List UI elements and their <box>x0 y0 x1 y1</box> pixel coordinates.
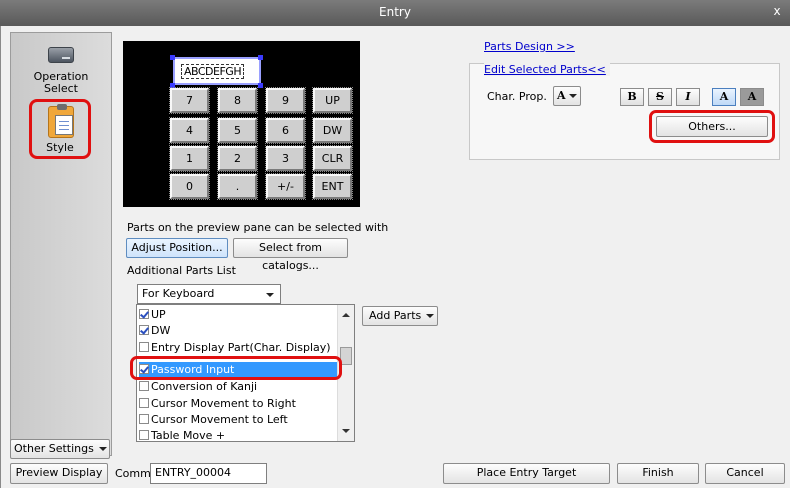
keypad-key[interactable]: DW <box>312 117 353 144</box>
checkbox[interactable] <box>139 430 149 440</box>
close-icon[interactable]: x <box>770 4 784 20</box>
dropdown-value: For Keyboard <box>142 287 215 300</box>
add-parts-label: Add Parts <box>369 309 422 322</box>
font-picker-icon: A <box>557 89 566 102</box>
nav-item-label: Style <box>46 141 74 154</box>
char-prop-picker[interactable]: A <box>553 86 581 106</box>
window-title: Entry <box>379 5 411 19</box>
bold-button[interactable]: B <box>620 88 644 106</box>
keypad-key[interactable]: ENT <box>312 173 353 200</box>
checkbox[interactable] <box>139 342 149 352</box>
text-color-button[interactable]: A <box>712 88 736 106</box>
preview-display-button[interactable]: Preview Display <box>10 463 108 484</box>
edit-selected-parts-link[interactable]: Edit Selected Parts<< <box>484 63 610 76</box>
keypad-key[interactable]: 0 <box>169 173 210 200</box>
other-settings-button[interactable]: Other Settings <box>10 439 110 459</box>
list-item[interactable]: UP <box>139 307 337 322</box>
comm-label: Comm <box>115 467 151 480</box>
others-button[interactable]: Others... <box>656 116 768 137</box>
nav-item-operation-select[interactable]: Operation Select <box>11 41 111 95</box>
checkbox[interactable] <box>139 414 149 424</box>
other-settings-label: Other Settings <box>14 442 94 455</box>
chevron-down-icon <box>426 314 435 318</box>
list-item-label: Cursor Movement to Right <box>151 397 296 410</box>
nav-item-style[interactable]: Style <box>29 99 91 159</box>
parts-category-dropdown[interactable]: For Keyboard <box>137 284 281 304</box>
list-item[interactable]: Table Move + <box>139 428 337 442</box>
drive-icon <box>46 41 76 67</box>
clipboard-icon <box>48 104 74 138</box>
list-item[interactable]: Entry Display Part(Char. Display) <box>139 340 337 355</box>
italic-button[interactable]: I <box>676 88 700 106</box>
place-entry-target-button[interactable]: Place Entry Target <box>443 463 610 484</box>
parts-design-link[interactable]: Parts Design >> <box>484 40 575 53</box>
list-item-label: Conversion of Kanji <box>151 380 258 393</box>
strikethrough-button[interactable]: S <box>648 88 672 106</box>
cancel-button[interactable]: Cancel <box>705 463 785 484</box>
keypad-key[interactable]: 9 <box>265 87 306 114</box>
scroll-down-icon[interactable] <box>342 429 350 433</box>
keypad-key[interactable]: 2 <box>217 145 258 172</box>
background-color-button[interactable]: A <box>740 88 764 106</box>
keypad-key[interactable]: +/- <box>265 173 306 200</box>
keypad-key[interactable]: . <box>217 173 258 200</box>
add-parts-button[interactable]: Add Parts <box>362 306 438 326</box>
entry-display-text: ABCDEFGH <box>181 64 245 79</box>
selection-handle[interactable] <box>258 55 263 60</box>
list-item-label: Table Move + <box>151 429 226 442</box>
chevron-down-icon <box>98 447 107 451</box>
keypad-key[interactable]: 1 <box>169 145 210 172</box>
scroll-up-icon[interactable] <box>342 313 350 317</box>
list-item-label: UP <box>151 308 166 321</box>
checkbox[interactable] <box>139 325 149 335</box>
char-prop-label: Char. Prop. <box>487 90 547 103</box>
list-item-label: Entry Display Part(Char. Display) <box>151 341 331 354</box>
list-item[interactable]: Cursor Movement to Left <box>139 412 337 427</box>
keypad-key[interactable]: CLR <box>312 145 353 172</box>
chevron-down-icon <box>568 94 577 98</box>
selection-handle[interactable] <box>258 83 263 88</box>
keypad-key[interactable]: UP <box>312 87 353 114</box>
list-item-label: Cursor Movement to Left <box>151 413 288 426</box>
keypad-key[interactable]: 5 <box>217 117 258 144</box>
title-bar: Entry x <box>0 0 790 26</box>
keypad-key[interactable]: 6 <box>265 117 306 144</box>
keypad-key[interactable]: 3 <box>265 145 306 172</box>
highlight-ring <box>130 356 342 380</box>
additional-parts-title: Additional Parts List <box>127 264 236 277</box>
list-item[interactable]: Conversion of Kanji <box>139 379 337 394</box>
entry-display-part[interactable]: ABCDEFGH <box>173 57 261 85</box>
keypad-key[interactable]: 4 <box>169 117 210 144</box>
keypad-key[interactable]: 7 <box>169 87 210 114</box>
selection-handle[interactable] <box>170 55 175 60</box>
finish-button[interactable]: Finish <box>617 463 699 484</box>
list-item[interactable]: Cursor Movement to Right <box>139 396 337 411</box>
keypad-key[interactable]: 8 <box>217 87 258 114</box>
checkbox[interactable] <box>139 398 149 408</box>
checkbox[interactable] <box>139 381 149 391</box>
nav-item-label: Operation Select <box>33 70 89 95</box>
checkbox[interactable] <box>139 309 149 319</box>
adjust-position-button[interactable]: Adjust Position... <box>126 238 228 258</box>
list-item-label: DW <box>151 324 171 337</box>
list-item[interactable]: DW <box>139 323 337 338</box>
parts-hint-text: Parts on the preview pane can be selecte… <box>127 221 389 234</box>
left-nav-pane: Operation Select Style <box>10 32 112 456</box>
comm-field[interactable]: ENTRY_00004 <box>150 463 267 484</box>
chevron-down-icon <box>266 293 274 297</box>
select-from-catalogs-button[interactable]: Select from catalogs... <box>233 238 348 272</box>
preview-pane[interactable]: ABCDEFGH 7 8 9 UP 4 5 6 DW 1 2 3 CLR 0 .… <box>123 41 360 207</box>
